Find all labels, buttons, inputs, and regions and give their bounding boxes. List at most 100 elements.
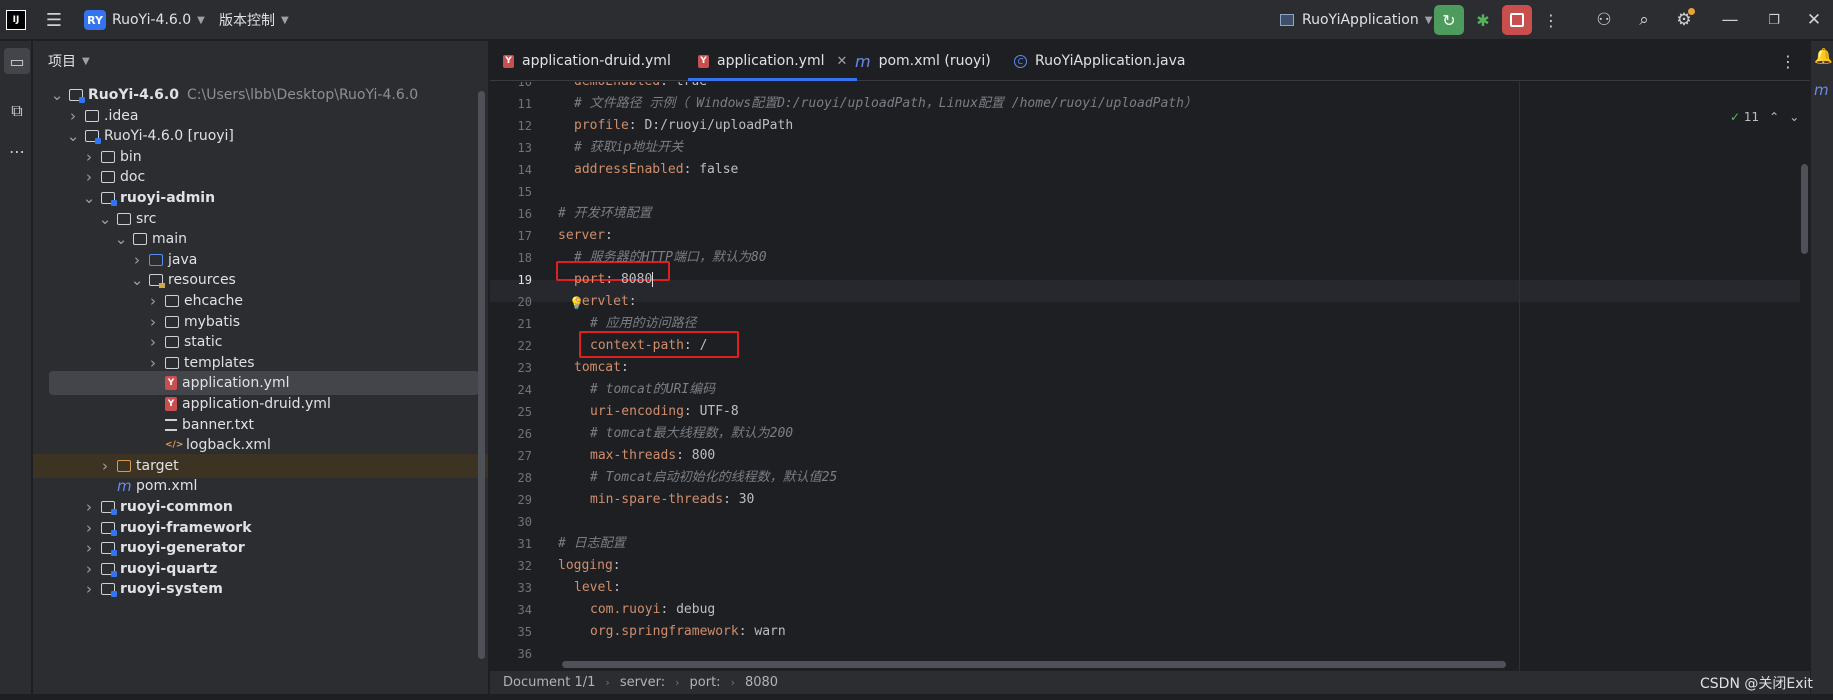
chevron-down-icon[interactable]: ⌄ [65,127,81,145]
yaml-value: true [676,82,707,89]
folder-icon [117,212,131,225]
chevron-right-icon[interactable]: › [65,107,81,125]
inspection-count: 11 [1743,110,1760,124]
code-comment: # 文件路径 示例（ Windows配置D:/ruoyi/uploadPath，… [574,96,1197,111]
project-view-selector[interactable]: 项目 ▼ [48,41,90,81]
chevron-right-icon[interactable]: › [81,560,97,578]
tree-item-label: ruoyi-generator [120,540,245,557]
close-window-button[interactable]: ✕ [1800,0,1828,40]
chevron-right-icon[interactable]: › [145,354,161,372]
project-tree-scrollbar[interactable] [478,91,485,659]
chevron-down-icon[interactable]: ⌄ [97,210,113,228]
tree-item-label: logback.xml [186,437,271,454]
chevron-down-icon[interactable]: ⌄ [49,86,65,104]
code-with-me-button[interactable]: ⚇ [1590,0,1618,40]
editor-tab[interactable]: m pom.xml (ruoyi) [855,41,1001,81]
yaml-key: servlet [574,294,629,309]
tree-item-label: java [168,251,198,268]
status-bar: Document 1/1 › server: › port: › 8080 [490,671,1810,694]
debug-button[interactable]: ✱ [1468,5,1498,35]
chevron-right-icon[interactable]: › [145,333,161,351]
chevron-right-icon[interactable]: › [97,457,113,475]
line-number: 25 [517,405,532,419]
code-line: # tomcat最大线程数，默认为200 [590,423,793,445]
chevron-down-icon[interactable]: ⌄ [81,189,97,207]
editor-tab[interactable]: Yapplication.yml ✕ [688,41,858,81]
yaml-value: warn [754,624,786,639]
close-tab-icon[interactable]: ✕ [837,54,848,69]
inspection-widget[interactable]: ✓ 11 ⌃ ⌄ [1730,110,1799,124]
folder-icon [101,171,115,184]
main-menu-button[interactable]: ☰ [42,0,66,40]
more-vertical-icon: ⋮ [1780,51,1796,71]
chevron-right-icon[interactable]: › [81,580,97,598]
code-comment: # 日志配置 [558,536,626,551]
project-badge[interactable]: RY [84,10,106,30]
code-line: port: 8080 [574,269,654,291]
maven-tool-button[interactable]: m [1814,81,1829,99]
folder-icon [165,315,179,328]
yaml-file-icon: Y [165,376,177,391]
source-folder-icon [149,253,163,266]
vcs-menu[interactable]: 版本控制 ▼ [219,0,289,40]
run-config-selector[interactable]: RuoYiApplication ▼ [1280,0,1432,40]
settings-button[interactable]: ⚙ [1670,0,1698,40]
restore-icon: ❐ [1768,12,1780,28]
restore-window-button[interactable]: ❐ [1760,0,1788,40]
tree-item[interactable]: › ruoyi-system [49,577,488,601]
chevron-down-icon: ▼ [82,55,90,67]
code-line: server: [558,225,621,247]
search-everywhere-button[interactable]: ⌕ [1630,0,1658,40]
breadcrumb-item[interactable]: 8080 [745,675,778,690]
more-actions-button[interactable]: ⋮ [1536,5,1566,35]
code-line: uri-encoding: UTF-8 [590,401,739,423]
folder-icon [85,109,99,122]
breadcrumb-item[interactable]: Document 1/1 [503,675,595,690]
code-comment: # 获取ip地址开关 [574,140,684,155]
rerun-button[interactable]: ↻ [1434,5,1464,35]
chevron-right-icon[interactable]: › [129,251,145,269]
chevron-right-icon[interactable]: › [81,539,97,557]
chevron-right-icon[interactable]: › [81,519,97,537]
editor-horizontal-scrollbar[interactable] [562,661,1506,668]
code-line: servlet: [574,291,644,313]
project-tool-button[interactable]: ▭ [4,48,30,74]
line-number: 33 [517,581,532,595]
chevron-right-icon[interactable]: › [81,498,97,516]
minimize-window-button[interactable]: — [1716,0,1744,40]
code-line: # Tomcat启动初始化的线程数，默认值25 [590,467,837,489]
editor-tab[interactable]: Yapplication-druid.yml [503,41,681,81]
editor-tab[interactable]: C RuoYiApplication.java [1014,41,1196,81]
yaml-colon: : [605,272,621,287]
chevron-down-icon[interactable]: ⌄ [113,230,129,248]
chevron-down-icon[interactable]: ⌄ [1789,110,1799,124]
tabs-more-button[interactable]: ⋮ [1780,41,1796,81]
chevron-right-icon[interactable]: › [81,168,97,186]
editor-vertical-scrollbar[interactable] [1801,164,1808,254]
breadcrumb-item[interactable]: port: [690,675,721,690]
code-line: # tomcat的URI编码 [590,379,715,401]
tree-item-label: templates [184,354,255,371]
chevron-right-icon[interactable]: › [145,292,161,310]
code-area[interactable]: ✓ 11 ⌃ ⌄ 💡 10demoEnabled: true11# 文件路径 示… [490,82,1833,671]
yaml-key: demoEnabled [574,82,660,89]
line-number: 13 [517,141,532,155]
breadcrumb-item[interactable]: server: [620,675,665,690]
tab-label: application-druid.yml [522,53,671,69]
structure-tool-button[interactable]: ⧉ [4,98,30,124]
notifications-button[interactable]: 🔔 [1814,47,1833,65]
chevron-right-icon[interactable]: › [145,313,161,331]
java-class-icon: C [1014,54,1027,68]
code-line: level: [574,577,629,599]
stop-button[interactable] [1502,5,1532,35]
project-switcher[interactable]: RuoYi-4.6.0 ▼ [112,0,205,40]
tree-item-label: ehcache [184,293,243,309]
chevron-down-icon[interactable]: ⌄ [129,271,145,289]
search-icon: ⌕ [1639,10,1649,30]
more-tools-button[interactable]: ⋯ [4,138,30,164]
yaml-value: debug [676,602,716,617]
tab-label: application.yml [717,53,825,69]
module-folder-icon [101,192,117,206]
chevron-up-icon[interactable]: ⌃ [1769,110,1779,124]
chevron-right-icon[interactable]: › [81,148,97,166]
